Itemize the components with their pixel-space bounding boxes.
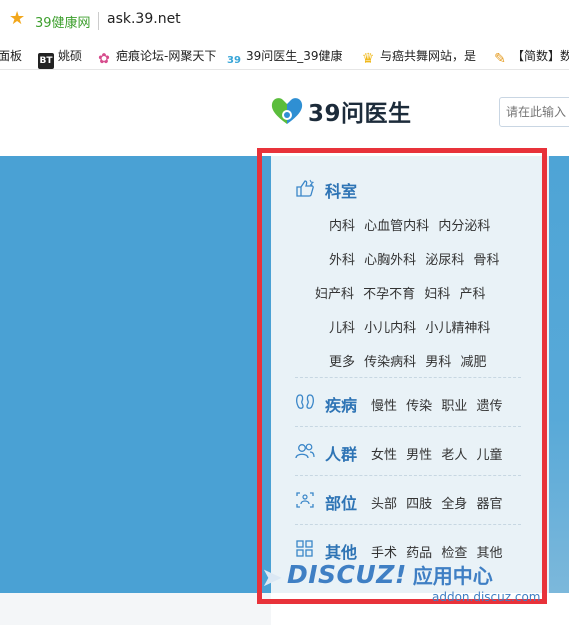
bookmark-label: 39问医生_39健康	[246, 49, 343, 63]
feather-icon: ✎	[494, 51, 506, 67]
separator	[98, 12, 99, 30]
39-icon: 39	[227, 55, 241, 66]
site-logo[interactable]: 39问医生	[270, 94, 412, 128]
watermark-brand-cn: 应用中心	[412, 564, 493, 588]
paper-plane-icon: ➤	[261, 563, 283, 593]
flower-icon: ✿	[98, 51, 110, 67]
address-bar: ★ 39健康网 ask.39.net	[0, 0, 569, 42]
url-field[interactable]: ask.39.net	[107, 11, 181, 27]
bookmark-label: 疤痕论坛-网聚天下	[116, 49, 217, 63]
search-input[interactable]	[499, 97, 569, 127]
bookmark-item[interactable]: ♛ 与癌共舞网站，是	[360, 46, 477, 67]
bookmarks-bar: 面板 BT 姚硕 ✿ 疤痕论坛-网聚天下 39 39问医生_39健康 ♛ 与癌共舞网站，…	[0, 42, 569, 70]
logo-text: 39问医生	[308, 101, 412, 127]
bookmark-label: 【简数】数	[512, 49, 569, 63]
bookmark-item[interactable]: ✎ 【简数】数	[492, 46, 569, 67]
star-icon[interactable]: ★	[9, 9, 25, 29]
site-identity[interactable]: 39健康网	[35, 12, 91, 31]
bookmark-label: 面板	[0, 49, 23, 63]
bookmark-label: 姚硕	[58, 49, 83, 63]
bookmark-item[interactable]: ✿ 疤痕论坛-网聚天下	[96, 46, 217, 67]
bookmark-item[interactable]: BT 姚硕	[38, 46, 83, 69]
bookmark-item[interactable]: 面板	[0, 46, 22, 66]
heart-logo-icon	[271, 98, 303, 124]
site-header: 39问医生	[0, 70, 569, 156]
trophy-icon: ♛	[361, 51, 375, 67]
watermark-brand: DISCUZ!	[287, 560, 407, 589]
watermark-url: addon.discuz.com	[432, 590, 541, 604]
watermark: DISCUZ! 应用中心	[287, 560, 493, 589]
bookmark-item[interactable]: 39 39问医生_39健康	[226, 46, 343, 66]
banner	[0, 156, 271, 593]
highlight-frame	[257, 148, 547, 604]
bt-icon: BT	[38, 53, 54, 69]
bookmark-label: 与癌共舞网站，是	[380, 49, 477, 63]
